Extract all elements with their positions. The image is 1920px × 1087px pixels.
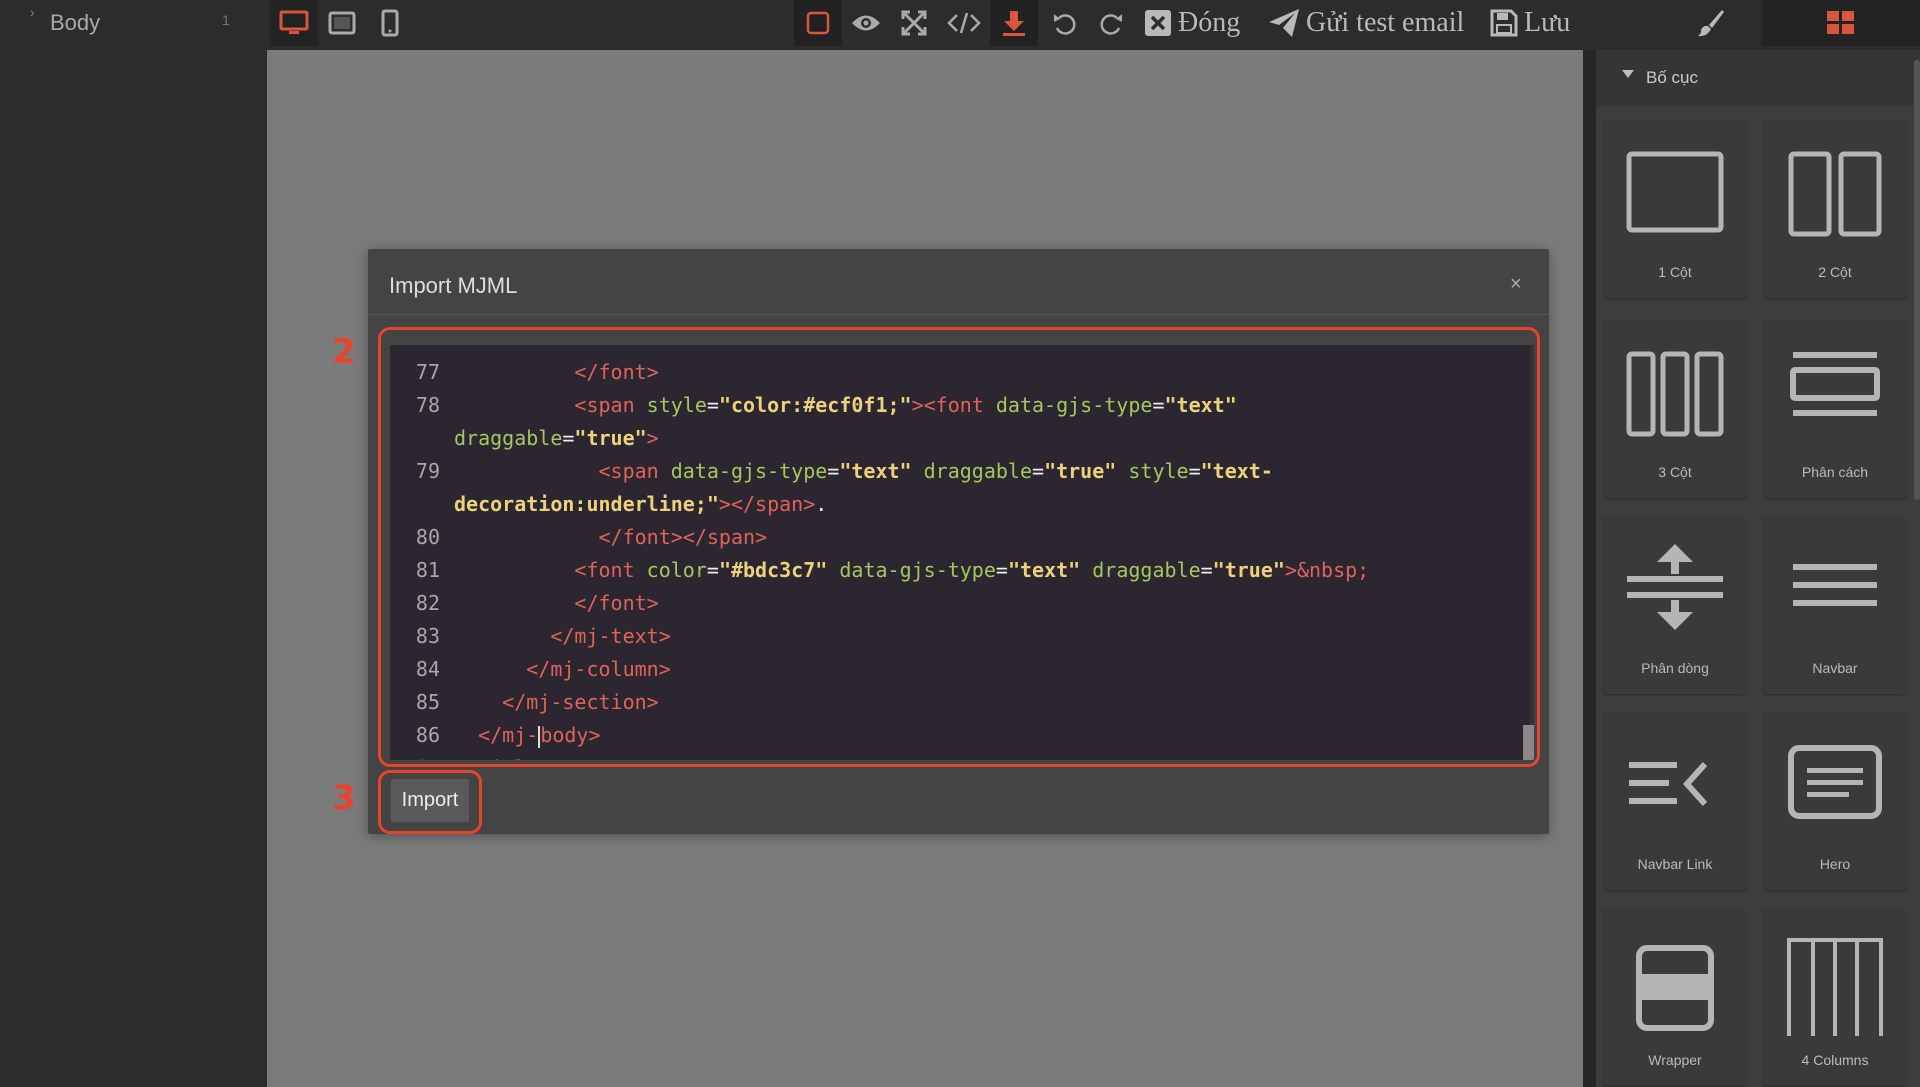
- block-label: Wrapper: [1648, 1052, 1702, 1068]
- block-manager-tab[interactable]: [1762, 0, 1920, 46]
- style-manager-tab[interactable]: [1682, 0, 1738, 46]
- two-column-icon: [1788, 151, 1882, 237]
- download-icon: [1003, 11, 1025, 36]
- block-wrapper[interactable]: Wrapper: [1604, 908, 1746, 1086]
- block-navbar-link[interactable]: Navbar Link: [1604, 712, 1746, 890]
- block-category-title: Bố cục: [1646, 68, 1698, 87]
- import-button[interactable]: [990, 0, 1038, 46]
- block-spacer[interactable]: Phân dòng: [1604, 516, 1746, 694]
- close-icon[interactable]: ×: [1510, 273, 1522, 296]
- modal-header: Import MJML ×: [368, 249, 1549, 315]
- code-icon: [947, 12, 981, 34]
- layer-manager-panel: › Body 1: [0, 0, 267, 1087]
- block-label: 2 Cột: [1818, 264, 1852, 280]
- layer-item-body[interactable]: › Body 1: [0, 0, 267, 46]
- block-three-columns[interactable]: 3 Cột: [1604, 320, 1746, 498]
- undo-button[interactable]: [1040, 0, 1088, 46]
- layer-item-label: Body: [50, 10, 101, 35]
- annotation-box-code: [378, 327, 1540, 767]
- paint-brush-icon: [1698, 10, 1724, 37]
- close-editor-label: Đóng: [1178, 7, 1241, 38]
- wrapper-icon: [1636, 945, 1714, 1031]
- block-label: Navbar: [1812, 660, 1858, 676]
- block-divider[interactable]: Phân cách: [1764, 320, 1906, 498]
- device-tablet-button[interactable]: [318, 0, 366, 46]
- mobile-icon: [381, 9, 399, 37]
- annotation-box-import: [378, 770, 482, 834]
- block-label: Navbar Link: [1637, 856, 1713, 872]
- divider-icon: [1790, 352, 1880, 416]
- expand-icon: [901, 10, 927, 36]
- sw-visibility-button[interactable]: [794, 0, 842, 46]
- fullscreen-button[interactable]: [890, 0, 938, 46]
- save-label: Lưu: [1524, 7, 1571, 38]
- device-mobile-button[interactable]: [366, 0, 414, 46]
- save-button[interactable]: Lưu: [1490, 0, 1584, 46]
- panel-divider: [1583, 50, 1596, 1087]
- send-test-email-label: Gửi test email: [1306, 7, 1465, 38]
- block-category-header[interactable]: Bố cục: [1596, 50, 1920, 106]
- block-label: Phân dòng: [1641, 660, 1709, 676]
- block-four-columns[interactable]: 4 Columns: [1764, 908, 1906, 1086]
- grid-icon: [1827, 11, 1854, 34]
- block-label: 3 Cột: [1658, 464, 1692, 480]
- annotation-number-3: 3: [332, 778, 356, 818]
- floppy-disk-icon: [1490, 9, 1518, 37]
- block-navbar[interactable]: Navbar: [1764, 516, 1906, 694]
- one-column-icon: [1626, 151, 1724, 233]
- chevron-right-icon[interactable]: ›: [30, 4, 35, 20]
- redo-icon: [1100, 14, 1122, 35]
- block-label: Phân cách: [1801, 464, 1869, 480]
- close-square-icon: [1145, 10, 1171, 36]
- annotation-number-2: 2: [332, 332, 356, 372]
- desktop-icon: [279, 10, 309, 34]
- preview-button[interactable]: [842, 0, 890, 46]
- eye-icon: [852, 15, 880, 31]
- block-manager-panel: Bố cục 1 Cột 2 Cột 3 Cột Phân cách Phân …: [1596, 50, 1920, 1087]
- view-code-button[interactable]: [938, 0, 990, 46]
- tablet-icon: [328, 11, 356, 35]
- send-test-email-button[interactable]: Gửi test email: [1268, 0, 1478, 46]
- navbar-icon: [1793, 564, 1877, 606]
- three-column-icon: [1626, 351, 1724, 437]
- redo-button[interactable]: [1088, 0, 1136, 46]
- paper-plane-icon: [1269, 9, 1299, 37]
- panel-tabs: [1600, 0, 1920, 50]
- square-outline-icon: [806, 11, 830, 35]
- block-hero[interactable]: Hero: [1764, 712, 1906, 890]
- block-label: 4 Columns: [1801, 1052, 1869, 1068]
- blocks-scrollbar[interactable]: [1914, 60, 1920, 500]
- undo-icon: [1054, 14, 1076, 35]
- four-columns-icon: [1787, 938, 1883, 1036]
- hero-icon: [1788, 745, 1882, 819]
- block-label: Hero: [1819, 856, 1851, 872]
- spacer-icon: [1627, 544, 1723, 630]
- block-label: 1 Cột: [1658, 264, 1692, 280]
- device-desktop-button[interactable]: [270, 0, 318, 46]
- navbar-link-icon: [1629, 761, 1708, 807]
- layer-item-count: 1: [222, 12, 230, 28]
- modal-title: Import MJML: [389, 273, 518, 298]
- caret-down-icon: [1622, 70, 1634, 78]
- close-editor-button[interactable]: Đóng: [1144, 0, 1258, 46]
- block-one-column[interactable]: 1 Cột: [1604, 120, 1746, 298]
- block-two-columns[interactable]: 2 Cột: [1764, 120, 1906, 298]
